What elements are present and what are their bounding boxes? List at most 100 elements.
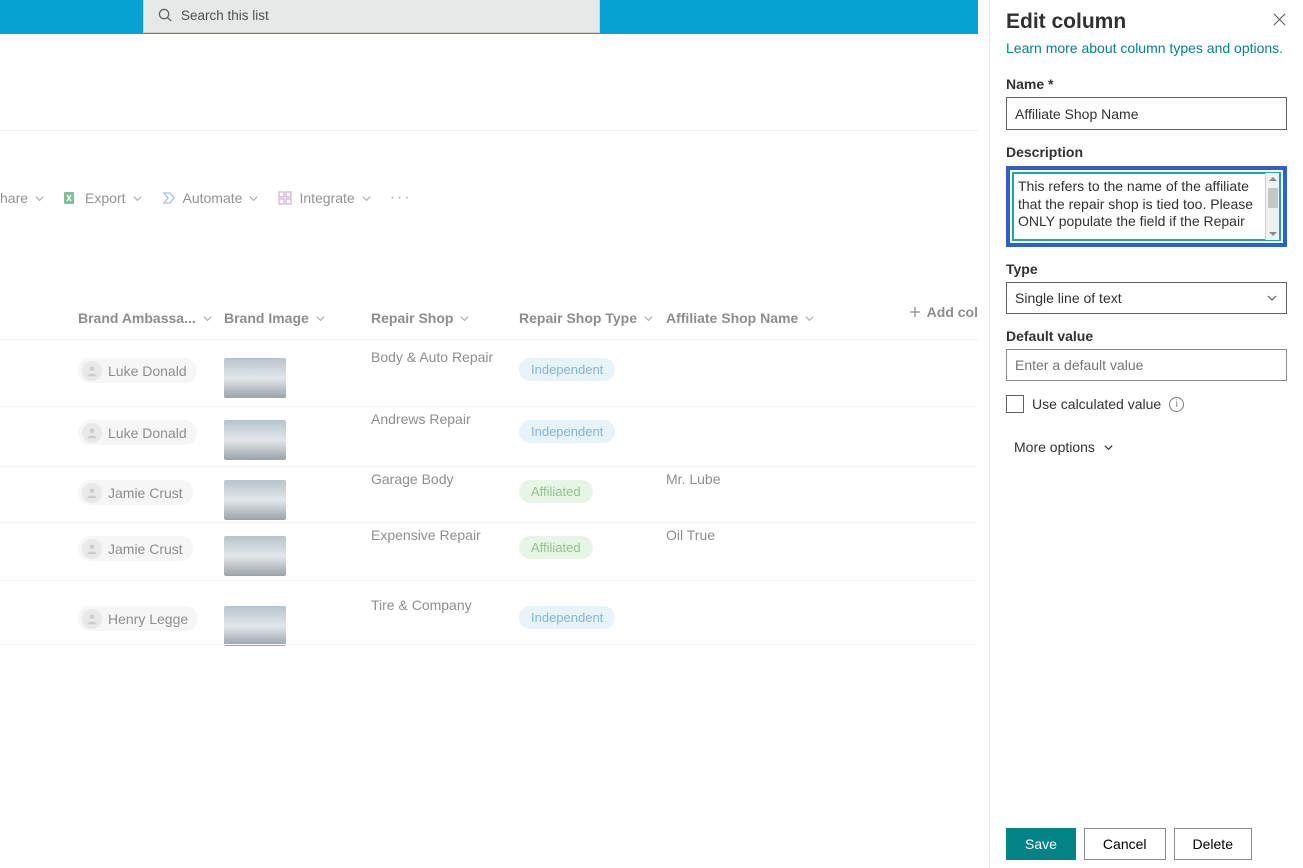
ambassador-cell: Jamie Crust bbox=[78, 480, 193, 505]
divider bbox=[0, 130, 978, 131]
person-pill[interactable]: Henry Legge bbox=[78, 606, 198, 631]
car-thumbnail[interactable] bbox=[224, 480, 286, 520]
command-bar: hare Export Automate Integrate ··· bbox=[0, 178, 978, 218]
table-row[interactable]: Henry LeggeTire & CompanyIndependent bbox=[78, 594, 978, 654]
type-badge: Affiliated bbox=[519, 480, 593, 503]
default-value-label: Default value bbox=[1006, 328, 1287, 344]
export-label: Export bbox=[85, 190, 125, 206]
automate-button[interactable]: Automate bbox=[161, 190, 260, 206]
plus-icon bbox=[909, 306, 921, 318]
affiliate-cell: Mr. Lube bbox=[666, 471, 720, 487]
repair-shop-cell: Body & Auto Repair bbox=[371, 349, 493, 365]
affiliate-cell: Oil True bbox=[666, 527, 715, 543]
type-badge: Independent bbox=[519, 358, 615, 381]
chevron-down-icon bbox=[1266, 292, 1278, 304]
scroll-down-icon bbox=[1268, 229, 1278, 239]
image-cell bbox=[224, 358, 286, 398]
close-button[interactable] bbox=[1272, 12, 1287, 32]
search-input[interactable] bbox=[181, 8, 561, 23]
avatar-icon bbox=[82, 423, 102, 443]
delete-button[interactable]: Delete bbox=[1174, 828, 1252, 860]
type-value: Single line of text bbox=[1015, 290, 1122, 306]
panel-title: Edit column bbox=[1006, 10, 1126, 34]
person-pill[interactable]: Luke Donald bbox=[78, 358, 197, 383]
scroll-thumb[interactable] bbox=[1268, 188, 1278, 208]
use-calculated-checkbox[interactable] bbox=[1006, 395, 1024, 413]
column-header-label: Repair Shop bbox=[371, 310, 453, 326]
ambassador-name: Henry Legge bbox=[108, 611, 188, 627]
divider bbox=[0, 339, 978, 340]
column-header-repair-shop-type[interactable]: Repair Shop Type bbox=[519, 310, 654, 326]
column-header-label: Brand Ambassa... bbox=[78, 310, 196, 326]
export-button[interactable]: Export bbox=[63, 190, 142, 206]
repair-shop-cell: Andrews Repair bbox=[371, 411, 471, 427]
integrate-label: Integrate bbox=[299, 190, 354, 206]
learn-more-link[interactable]: Learn more about column types and option… bbox=[1006, 40, 1283, 56]
search-icon bbox=[158, 8, 173, 23]
default-value-input[interactable] bbox=[1006, 349, 1287, 381]
column-header-label: Brand Image bbox=[224, 310, 309, 326]
person-pill[interactable]: Jamie Crust bbox=[78, 480, 193, 505]
column-header-brand-image[interactable]: Brand Image bbox=[224, 310, 326, 326]
scrollbar[interactable] bbox=[1265, 173, 1279, 240]
description-highlight bbox=[1006, 166, 1287, 247]
chevron-down-icon bbox=[361, 193, 372, 204]
avatar-icon bbox=[82, 361, 102, 381]
more-commands-button[interactable]: ··· bbox=[390, 189, 412, 207]
car-thumbnail[interactable] bbox=[224, 606, 286, 646]
table-row[interactable]: Jamie Crust Garage Body Affiliated Mr. Lube bbox=[78, 468, 978, 528]
type-cell: Independent bbox=[519, 420, 615, 443]
integrate-button[interactable]: Integrate bbox=[277, 190, 371, 206]
chevron-down-icon bbox=[315, 313, 326, 324]
name-label: Name * bbox=[1006, 76, 1287, 92]
share-button[interactable]: hare bbox=[0, 190, 45, 206]
column-headers: Brand Ambassa... Brand Image Repair Shop… bbox=[78, 304, 978, 332]
use-calculated-label: Use calculated value bbox=[1032, 396, 1161, 412]
grid-icon bbox=[277, 190, 293, 206]
ambassador-cell: Luke Donald bbox=[78, 420, 197, 445]
ambassador-name: Luke Donald bbox=[108, 363, 187, 379]
type-cell: Independent bbox=[519, 606, 615, 629]
table-row[interactable]: Luke Donald Body & Auto Repair Independent bbox=[78, 346, 978, 406]
table-row[interactable]: Jamie CrustExpensive RepairAffiliatedOil… bbox=[78, 524, 978, 584]
name-input[interactable] bbox=[1006, 97, 1287, 130]
car-thumbnail[interactable] bbox=[224, 536, 286, 576]
repair-shop-cell: Garage Body bbox=[371, 471, 454, 487]
edit-column-panel: Edit column Learn more about column type… bbox=[989, 0, 1303, 868]
image-cell bbox=[224, 420, 286, 460]
car-thumbnail[interactable] bbox=[224, 358, 286, 398]
ambassador-cell: Henry Legge bbox=[78, 606, 198, 631]
list-main-area: hare Export Automate Integrate ··· Brand… bbox=[0, 34, 978, 868]
chevron-down-icon bbox=[459, 313, 470, 324]
add-column-button[interactable]: Add col bbox=[909, 304, 978, 320]
chevron-down-icon bbox=[804, 313, 815, 324]
chevron-down-icon bbox=[248, 193, 259, 204]
column-header-repair-shop[interactable]: Repair Shop bbox=[371, 310, 470, 326]
avatar-icon bbox=[82, 483, 102, 503]
scroll-up-icon bbox=[1268, 174, 1278, 184]
excel-icon bbox=[63, 190, 79, 206]
cancel-button[interactable]: Cancel bbox=[1084, 828, 1166, 860]
image-cell bbox=[224, 606, 286, 646]
column-header-brand-ambassador[interactable]: Brand Ambassa... bbox=[78, 310, 213, 326]
more-options-label: More options bbox=[1014, 439, 1095, 455]
search-input-wrap[interactable] bbox=[143, 0, 600, 33]
type-cell: Independent bbox=[519, 358, 615, 381]
person-pill[interactable]: Luke Donald bbox=[78, 420, 197, 445]
ellipsis-icon: ··· bbox=[390, 189, 412, 207]
ambassador-name: Luke Donald bbox=[108, 425, 187, 441]
type-select[interactable]: Single line of text bbox=[1006, 282, 1287, 314]
save-button[interactable]: Save bbox=[1006, 828, 1076, 860]
divider bbox=[0, 644, 978, 645]
more-options-toggle[interactable]: More options bbox=[1014, 439, 1114, 455]
info-icon[interactable]: i bbox=[1169, 397, 1184, 412]
description-textarea[interactable] bbox=[1014, 174, 1265, 234]
automate-label: Automate bbox=[183, 190, 243, 206]
table-row[interactable]: Luke Donald Andrews Repair Independent bbox=[78, 408, 978, 468]
divider bbox=[0, 406, 978, 407]
avatar-icon bbox=[82, 539, 102, 559]
car-thumbnail[interactable] bbox=[224, 420, 286, 460]
person-pill[interactable]: Jamie Crust bbox=[78, 536, 193, 561]
description-label: Description bbox=[1006, 144, 1287, 160]
column-header-affiliate-shop[interactable]: Affiliate Shop Name bbox=[666, 310, 815, 326]
